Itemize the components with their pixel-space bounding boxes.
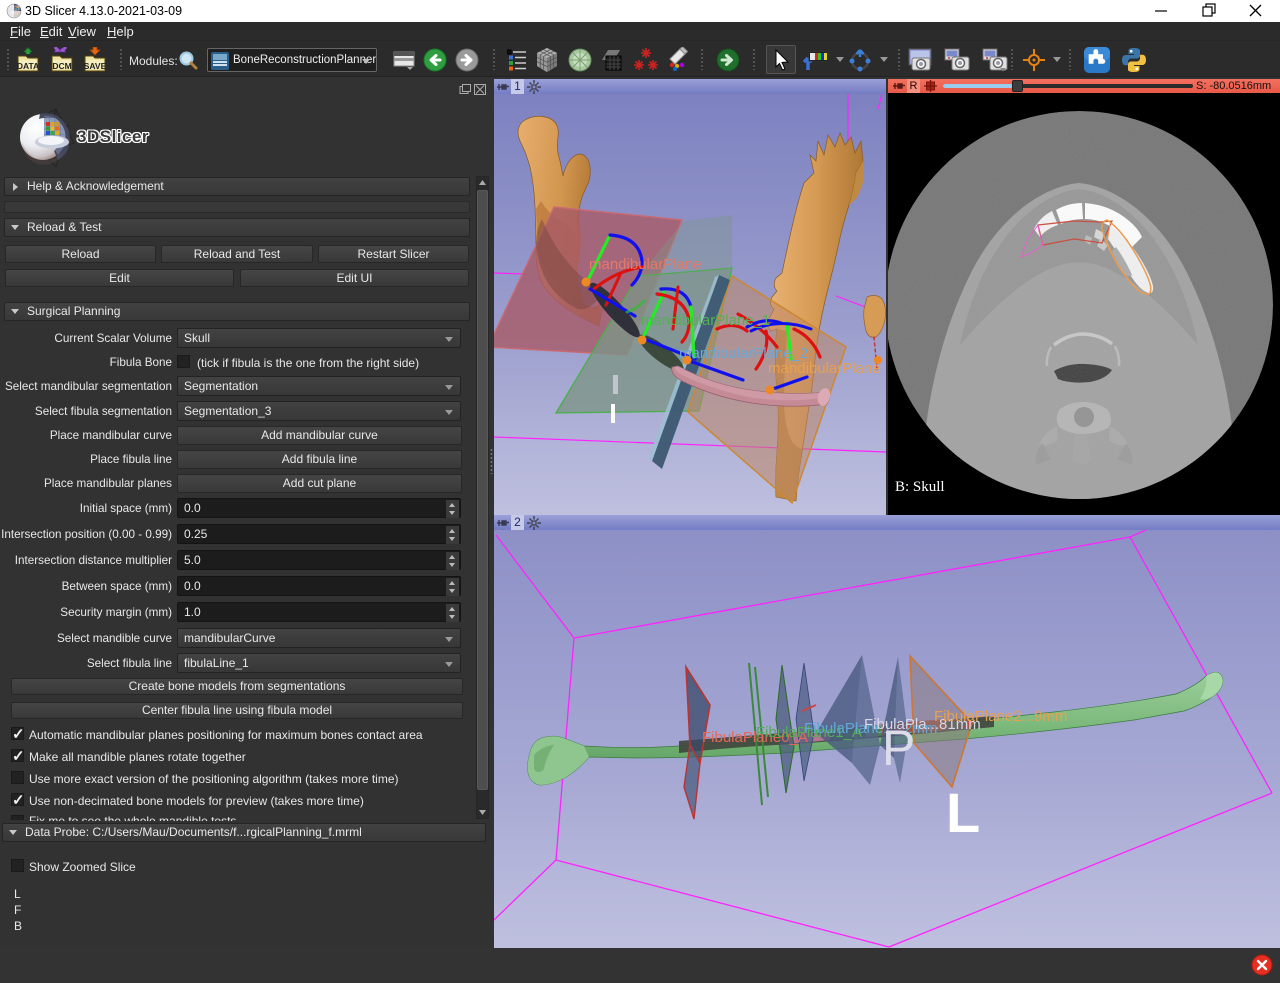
svg-text:mandibularPlane: mandibularPlane	[768, 360, 881, 377]
svg-text:DCM: DCM	[52, 61, 71, 71]
svg-text:DATA: DATA	[17, 61, 39, 71]
svg-text:L: L	[946, 781, 980, 844]
svg-text:mandibularPlane_1: mandibularPlane_1	[641, 312, 770, 329]
svg-text:FibulaPlane2...9mm: FibulaPlane2...9mm	[934, 708, 1067, 725]
svg-text:mandibularPlane: mandibularPlane	[589, 256, 702, 273]
svg-text:P: P	[882, 720, 915, 776]
svg-text:B: Skull: B: Skull	[895, 479, 945, 495]
svg-text:SAVE: SAVE	[84, 61, 107, 71]
